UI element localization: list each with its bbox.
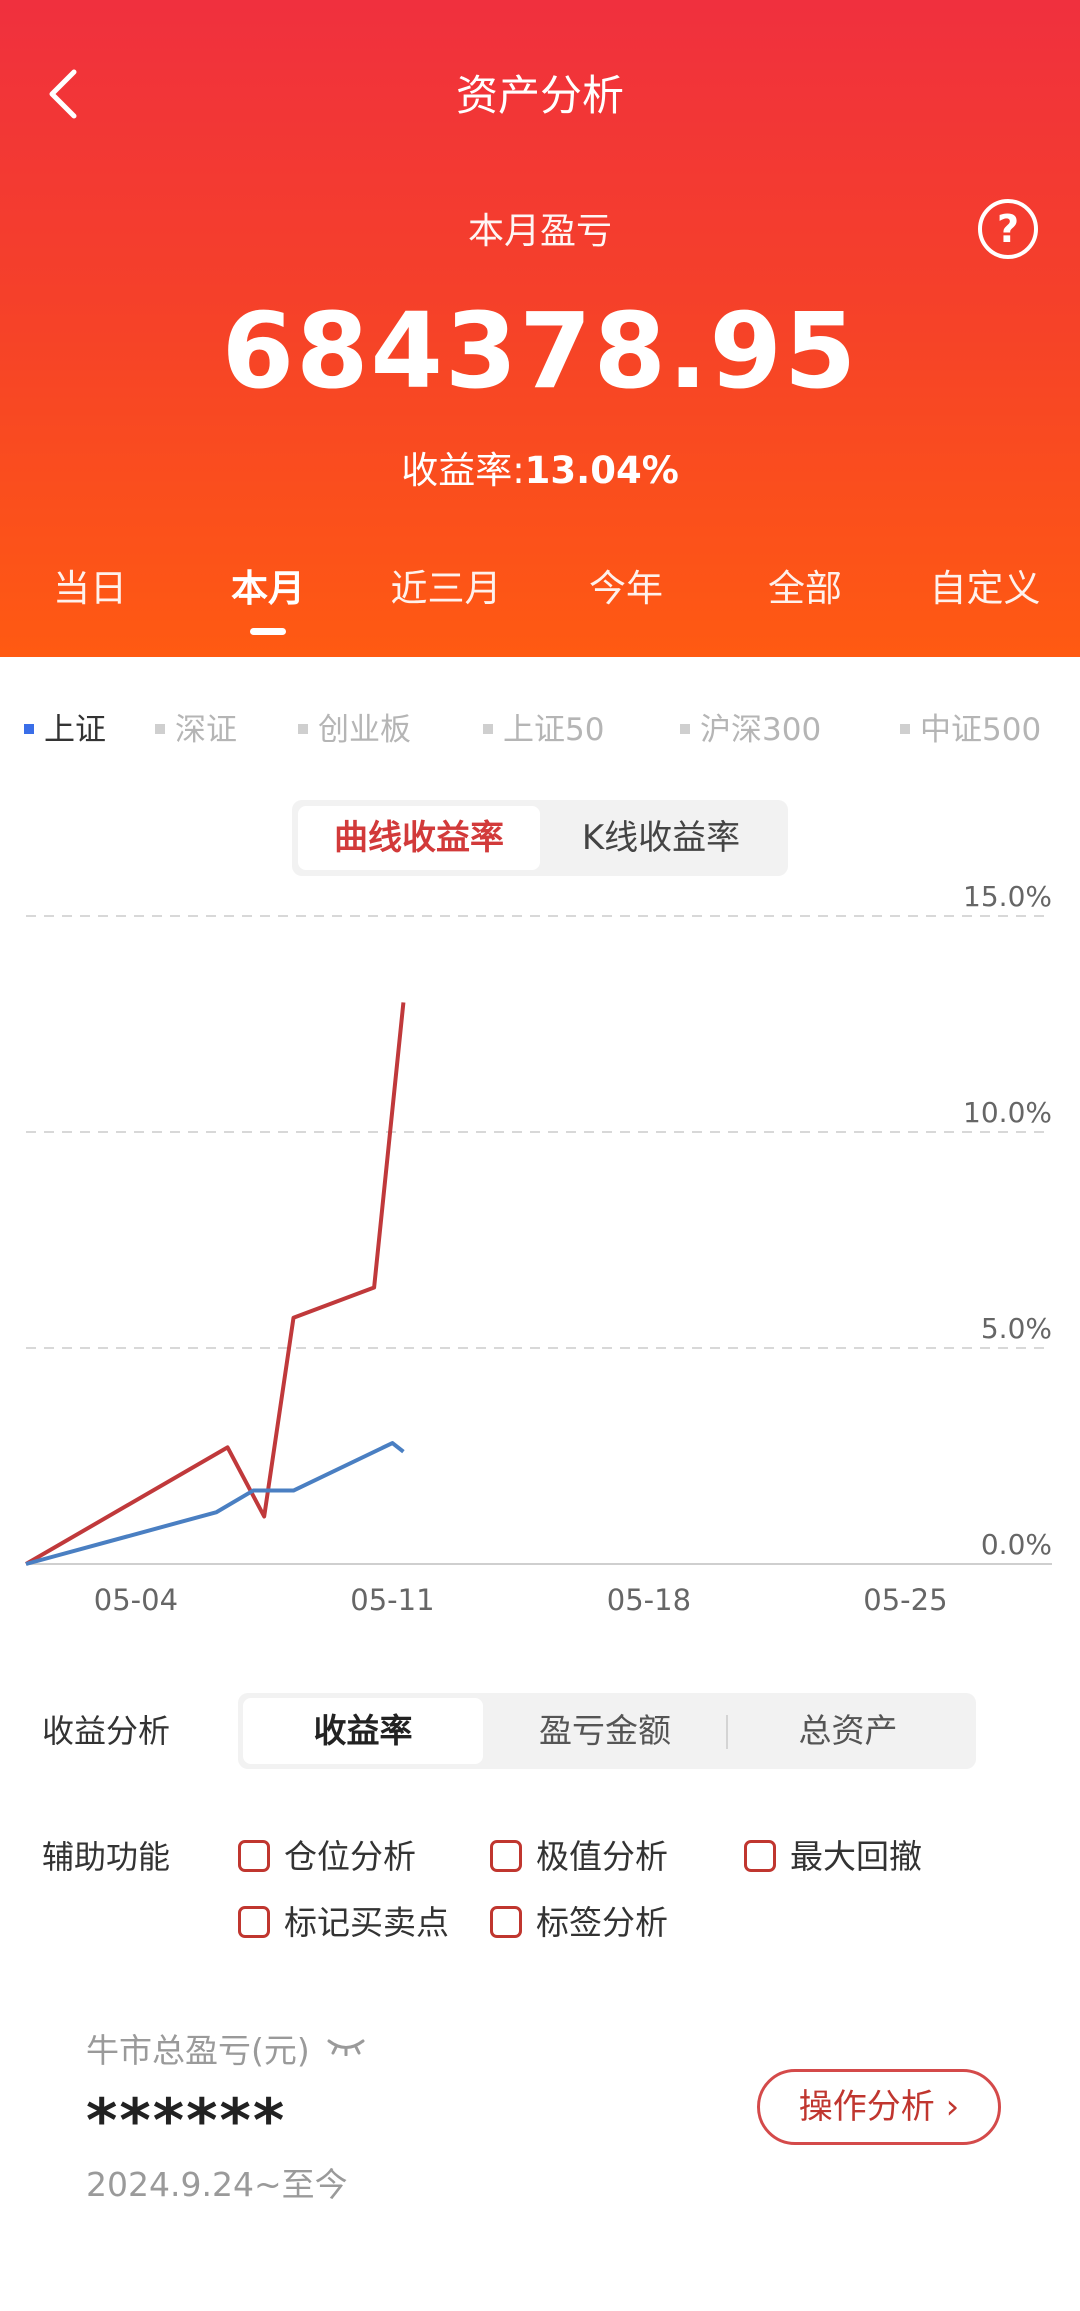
- page-title: 资产分析: [455, 71, 624, 120]
- legend-dot: [483, 723, 493, 734]
- tab-pnl-amount[interactable]: 盈亏金额: [485, 1698, 725, 1764]
- checkbox-box: [238, 1905, 270, 1938]
- benchmark-label: 沪深300: [700, 712, 822, 748]
- portfolio-return-line: [24, 1002, 406, 1566]
- header: 资产分析 ? 本月盈亏 684378.95 收益率:13.04% 当日 本月 近…: [0, 0, 1080, 657]
- analysis-tabs: 收益率 盈亏金额 总资产: [238, 1693, 976, 1769]
- x-tick-label: 05-04: [94, 1583, 178, 1617]
- return-rate: 收益率:13.04%: [0, 440, 1080, 494]
- benchmark-label: 中证500: [920, 712, 1042, 748]
- tag-analysis-checkbox[interactable]: 标签分析: [490, 1896, 668, 1944]
- bull-market-date-range: 2024.9.24~至今: [86, 2165, 348, 2204]
- checkbox-label: 最大回撤: [790, 1837, 922, 1876]
- aux-functions-label: 辅助功能: [42, 1838, 171, 1876]
- benchmark-csi500[interactable]: 中证500: [900, 704, 1041, 749]
- legend-dot: [155, 723, 165, 734]
- bull-market-pnl-value: ******: [86, 2086, 287, 2156]
- operation-analysis-button[interactable]: 操作分析 ›: [757, 2069, 1001, 2145]
- checkbox-box: [490, 1839, 522, 1872]
- checkbox-label: 仓位分析: [284, 1837, 416, 1876]
- max-drawdown-checkbox[interactable]: 最大回撤: [744, 1830, 922, 1878]
- legend-dot: [680, 723, 690, 734]
- tab-custom[interactable]: 自定义: [895, 558, 1075, 612]
- benchmark-csi300[interactable]: 沪深300: [680, 704, 821, 749]
- checkbox-box: [744, 1839, 776, 1872]
- y-tick-label: 15.0%: [963, 880, 1052, 913]
- pnl-amount: 684378.95: [221, 290, 859, 412]
- bull-market-pnl-title: 牛市总盈亏(元): [86, 2031, 310, 2070]
- return-analysis-label: 收益分析: [42, 1712, 171, 1750]
- benchmark-label: 上证50: [503, 712, 605, 748]
- benchmark-shanghai[interactable]: 上证: [24, 704, 106, 749]
- y-tick-label: 10.0%: [963, 1096, 1052, 1129]
- benchmark-chinext[interactable]: 创业板: [298, 704, 411, 749]
- tab-this-year[interactable]: 今年: [536, 558, 716, 612]
- position-analysis-checkbox[interactable]: 仓位分析: [238, 1830, 416, 1878]
- benchmark-legend: 上证 深证 创业板 上证50 沪深300 中证500: [0, 704, 1080, 748]
- benchmark-label: 创业板: [318, 712, 411, 748]
- extreme-value-checkbox[interactable]: 极值分析: [490, 1830, 668, 1878]
- checkbox-box: [238, 1839, 270, 1872]
- eye-closed-icon[interactable]: [326, 2036, 366, 2056]
- legend-dot: [24, 723, 34, 734]
- benchmark-label: 深证: [175, 712, 237, 748]
- period-tabs: 当日 本月 近三月 今年 全部 自定义: [0, 558, 1080, 635]
- checkbox-box: [490, 1905, 522, 1938]
- checkbox-label: 极值分析: [536, 1837, 668, 1876]
- legend-dot: [298, 723, 308, 734]
- tab-all[interactable]: 全部: [715, 558, 895, 612]
- return-chart: 15.0% 10.0% 5.0% 0.0% 05-04 05-11 05-18 05-25: [0, 860, 1080, 1640]
- x-tick-label: 05-18: [607, 1583, 691, 1617]
- tab-return-rate[interactable]: 收益率: [243, 1698, 483, 1764]
- return-rate-label: 收益率:: [401, 449, 525, 492]
- return-chart-svg: 15.0% 10.0% 5.0% 0.0% 05-04 05-11 05-18 05-25: [24, 880, 1052, 1617]
- return-rate-value: 13.04%: [524, 449, 679, 492]
- benchmark-shenzhen[interactable]: 深证: [155, 704, 237, 749]
- monthly-pnl-label: 本月盈亏: [467, 211, 612, 252]
- checkbox-label: 标记买卖点: [284, 1903, 449, 1942]
- buy-sell-points-checkbox[interactable]: 标记买卖点: [238, 1896, 449, 1944]
- checkbox-label: 标签分析: [536, 1903, 668, 1942]
- x-tick-label: 05-25: [863, 1583, 947, 1617]
- tab-total-assets[interactable]: 总资产: [728, 1698, 968, 1764]
- legend-dot: [900, 723, 910, 734]
- benchmark-return-line: [25, 1441, 405, 1566]
- y-tick-label: 5.0%: [981, 1312, 1052, 1345]
- y-tick-label: 0.0%: [981, 1528, 1052, 1561]
- tab-today[interactable]: 当日: [0, 558, 180, 612]
- benchmark-label: 上证: [44, 712, 106, 748]
- tab-this-month[interactable]: 本月: [178, 558, 358, 635]
- tab-three-months[interactable]: 近三月: [356, 558, 536, 612]
- x-tick-label: 05-11: [350, 1583, 434, 1617]
- benchmark-sse50[interactable]: 上证50: [483, 704, 604, 749]
